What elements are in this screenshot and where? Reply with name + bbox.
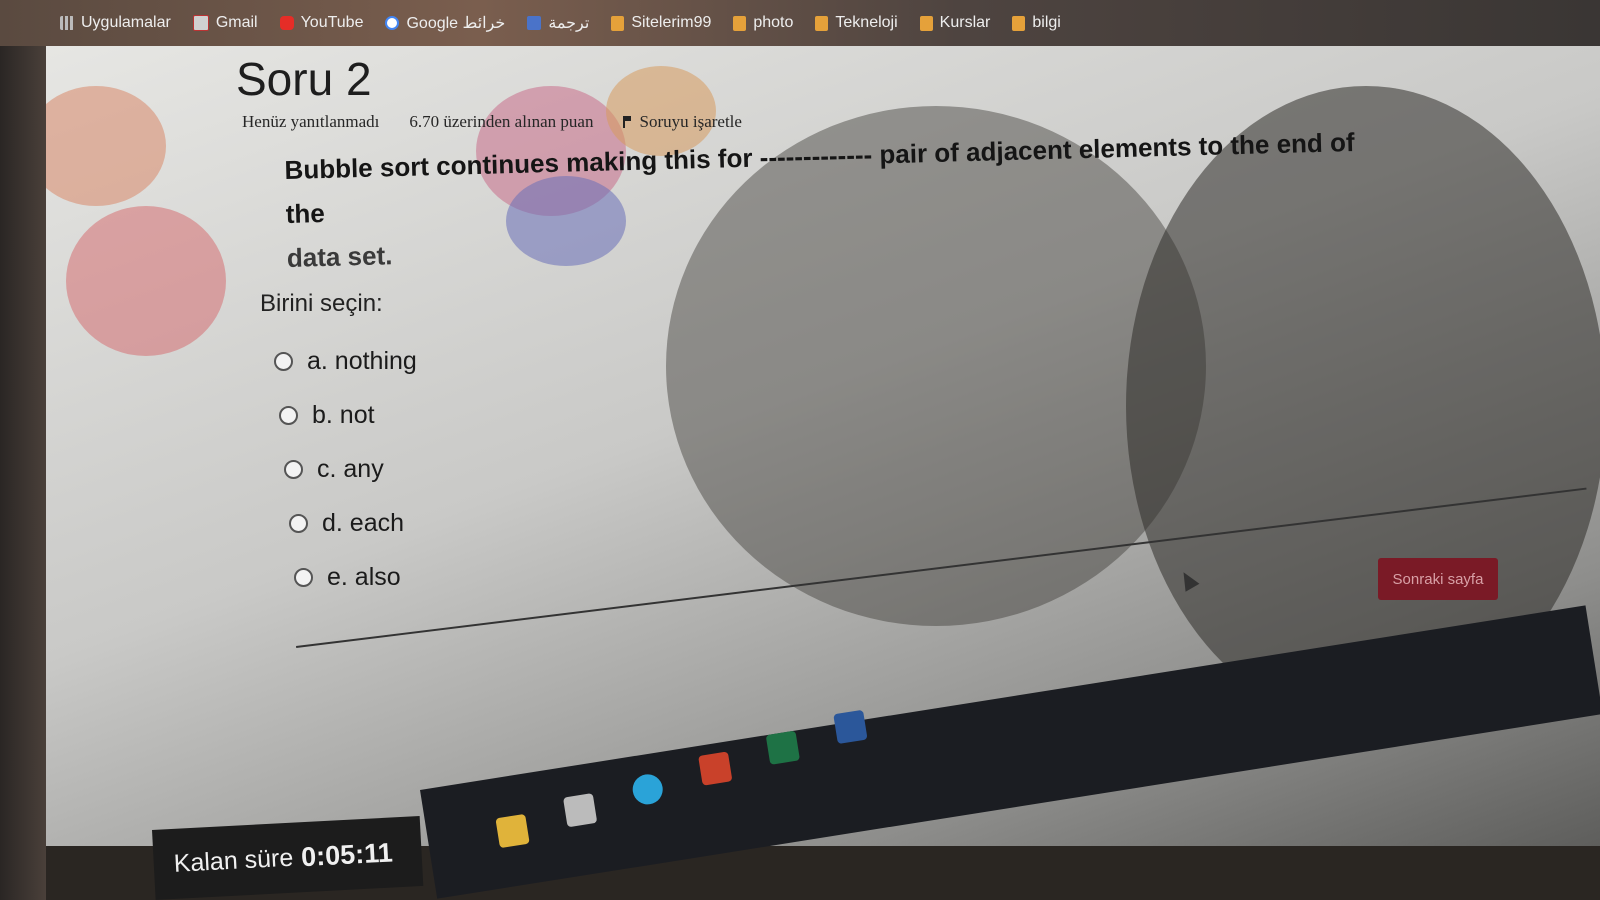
bookmarks-bar: Uygulamalar Gmail YouTube Google خرائط ت… xyxy=(0,0,1600,46)
radio-button[interactable] xyxy=(279,405,298,425)
laptop-bezel xyxy=(0,46,46,900)
translate-icon xyxy=(527,16,542,30)
option-c[interactable]: c. any xyxy=(284,442,417,496)
bookmark-folder-tekneloji[interactable]: Tekneloji xyxy=(815,14,898,32)
option-a[interactable]: a. nothing xyxy=(274,334,417,388)
timer-value: 0:05:11 xyxy=(300,836,394,872)
excel-icon[interactable] xyxy=(765,730,801,765)
option-e[interactable]: e. also xyxy=(294,550,417,604)
bookmark-youtube[interactable]: YouTube xyxy=(279,14,363,32)
bookmark-translate[interactable]: ترجمة xyxy=(527,13,589,33)
flag-icon xyxy=(623,116,633,128)
folder-icon xyxy=(733,15,747,31)
question-meta: Henüz yanıtlanmadı 6.70 üzerinden alınan… xyxy=(242,112,742,132)
store-icon[interactable] xyxy=(562,793,598,828)
chrome-icon[interactable] xyxy=(495,813,530,849)
apps-icon xyxy=(60,16,74,30)
answer-status: Henüz yanıtlanmadı xyxy=(242,112,380,131)
folder-icon xyxy=(611,15,625,31)
folder-icon xyxy=(1012,15,1026,31)
question-points: 6.70 üzerinden alınan puan xyxy=(409,112,594,131)
question-text: Bubble sort continues making this for --… xyxy=(284,120,1367,280)
folder-icon xyxy=(815,15,829,31)
choose-label: Birini seçin: xyxy=(260,290,383,317)
youtube-icon xyxy=(279,16,294,30)
answer-options: a. nothing b. not c. any d. each e. also xyxy=(274,334,417,604)
radio-button[interactable] xyxy=(294,567,313,587)
time-remaining: Kalan süre 0:05:11 xyxy=(152,815,424,900)
radio-button[interactable] xyxy=(284,459,303,479)
telegram-icon[interactable] xyxy=(630,772,665,807)
mouse-cursor-icon xyxy=(1176,568,1200,592)
question-title: Soru 2 xyxy=(236,53,372,105)
bookmark-folder-sitelerim[interactable]: Sitelerim99 xyxy=(611,14,711,32)
bookmark-folder-bilgi[interactable]: bilgi xyxy=(1012,14,1061,32)
next-page-button[interactable]: Sonraki sayfa xyxy=(1378,558,1498,600)
flag-question-link[interactable]: Soruyu işaretle xyxy=(623,112,742,132)
powerpoint-icon[interactable] xyxy=(698,751,733,786)
gmail-icon xyxy=(192,15,209,31)
radio-button[interactable] xyxy=(289,513,308,533)
folder-icon xyxy=(919,15,933,31)
bookmark-gmail[interactable]: Gmail xyxy=(192,14,258,32)
bookmark-apps[interactable]: Uygulamalar xyxy=(60,14,171,32)
bookmark-google-maps[interactable]: Google خرائط xyxy=(385,13,505,33)
bookmark-folder-kurslar[interactable]: Kurslar xyxy=(919,14,990,32)
google-icon xyxy=(385,16,400,30)
option-d[interactable]: d. each xyxy=(289,496,417,550)
option-b[interactable]: b. not xyxy=(279,388,417,442)
bookmark-folder-photo[interactable]: photo xyxy=(733,14,793,32)
word-icon[interactable] xyxy=(833,709,868,745)
radio-button[interactable] xyxy=(274,351,293,371)
